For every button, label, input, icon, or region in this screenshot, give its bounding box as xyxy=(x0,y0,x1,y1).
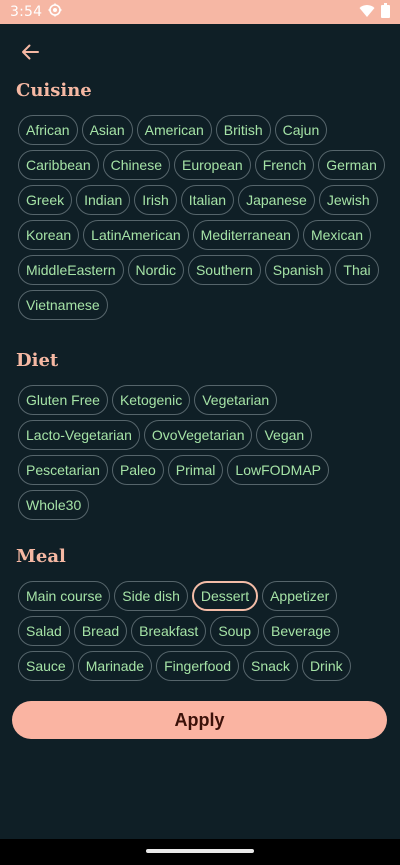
meal-chip[interactable]: Appetizer xyxy=(262,581,338,611)
cuisine-chip[interactable]: Vietnamese xyxy=(18,290,108,320)
apply-button[interactable]: Apply xyxy=(12,701,387,739)
meal-chip[interactable]: Side dish xyxy=(114,581,188,611)
cuisine-chip[interactable]: Cajun xyxy=(274,115,328,145)
back-button[interactable] xyxy=(18,42,42,66)
cuisine-chip[interactable]: Jewish xyxy=(318,185,378,215)
status-right xyxy=(359,2,390,22)
diet-title: Diet xyxy=(16,350,59,371)
cuisine-chip[interactable]: Irish xyxy=(134,185,177,215)
diet-chip[interactable]: OvoVegetarian xyxy=(143,420,253,450)
cuisine-chip[interactable]: French xyxy=(254,150,315,180)
meal-chip[interactable]: Sauce xyxy=(18,651,74,681)
diet-chip[interactable]: Pescetarian xyxy=(18,455,108,485)
battery-icon xyxy=(381,2,390,22)
cuisine-chip[interactable]: German xyxy=(318,150,385,180)
cuisine-chip[interactable]: Mediterranean xyxy=(192,220,299,250)
navigation-bar xyxy=(0,839,400,865)
cuisine-chip[interactable]: European xyxy=(173,150,251,180)
diet-chip[interactable]: LowFODMAP xyxy=(227,455,329,485)
meal-chip[interactable]: Fingerfood xyxy=(156,651,240,681)
cuisine-chip[interactable]: Korean xyxy=(18,220,80,250)
meal-chip[interactable]: Soup xyxy=(210,616,260,646)
meal-chip[interactable]: Marinade xyxy=(77,651,153,681)
arrow-left-icon xyxy=(21,44,39,64)
meal-chip-group: Main course Side dish Dessert Appetizer Sala… xyxy=(18,581,388,681)
diet-chip[interactable]: Vegan xyxy=(256,420,313,450)
wifi-icon xyxy=(359,3,375,22)
cuisine-chip[interactable]: LatinAmerican xyxy=(83,220,189,250)
cuisine-chip[interactable]: Nordic xyxy=(127,255,184,285)
diet-chip-group: Gluten Free Ketogenic Vegetarian Lacto-Vege… xyxy=(18,385,388,520)
meal-chip[interactable]: Breakfast xyxy=(131,616,207,646)
home-handle[interactable] xyxy=(146,849,254,853)
status-time: 3:54 xyxy=(10,4,43,20)
cuisine-chip[interactable]: Italian xyxy=(180,185,235,215)
meal-chip[interactable]: Drink xyxy=(301,651,351,681)
status-left: 3:54 xyxy=(10,3,62,21)
meal-chip[interactable]: Salad xyxy=(18,616,70,646)
diet-chip[interactable]: Vegetarian xyxy=(194,385,278,415)
diet-chip[interactable]: Whole30 xyxy=(18,490,90,520)
cuisine-chip[interactable]: British xyxy=(215,115,271,145)
cuisine-chip[interactable]: Chinese xyxy=(102,150,170,180)
cuisine-chip[interactable]: Indian xyxy=(76,185,131,215)
cuisine-chip-group: African Asian American British Cajun Caribbea… xyxy=(18,115,388,320)
cuisine-chip[interactable]: MiddleEastern xyxy=(18,255,124,285)
cuisine-chip[interactable]: Asian xyxy=(81,115,133,145)
cuisine-chip[interactable]: Spanish xyxy=(264,255,332,285)
cuisine-chip[interactable]: Thai xyxy=(335,255,379,285)
cuisine-title: Cuisine xyxy=(16,80,92,101)
meal-chip[interactable]: Bread xyxy=(73,616,128,646)
cuisine-chip[interactable]: African xyxy=(18,115,78,145)
meal-chip[interactable]: Snack xyxy=(243,651,298,681)
meal-chip[interactable]: Main course xyxy=(18,581,111,611)
meal-chip[interactable]: Beverage xyxy=(263,616,339,646)
filter-screen: Cuisine African Asian American British Cajun… xyxy=(0,24,400,839)
status-bar: 3:54 xyxy=(0,0,400,24)
diet-chip[interactable]: Lacto-Vegetarian xyxy=(18,420,140,450)
cuisine-chip[interactable]: Mexican xyxy=(302,220,372,250)
cuisine-chip[interactable]: Japanese xyxy=(238,185,315,215)
cuisine-chip[interactable]: Greek xyxy=(18,185,73,215)
diet-chip[interactable]: Ketogenic xyxy=(111,385,191,415)
meal-chip[interactable]: Dessert xyxy=(191,581,259,611)
diet-chip[interactable]: Primal xyxy=(167,455,224,485)
settings-icon xyxy=(48,3,62,21)
meal-title: Meal xyxy=(16,546,66,567)
diet-chip[interactable]: Gluten Free xyxy=(18,385,108,415)
cuisine-chip[interactable]: American xyxy=(136,115,212,145)
cuisine-chip[interactable]: Caribbean xyxy=(18,150,99,180)
diet-chip[interactable]: Paleo xyxy=(111,455,164,485)
cuisine-chip[interactable]: Southern xyxy=(187,255,261,285)
